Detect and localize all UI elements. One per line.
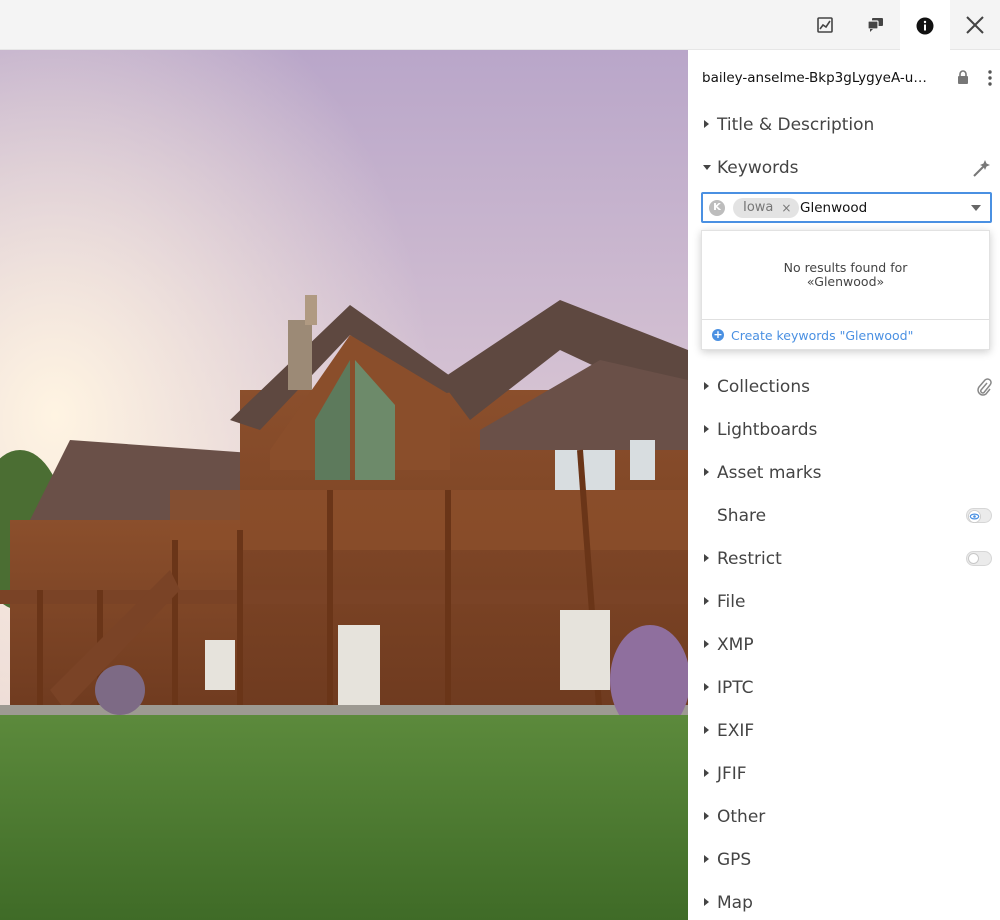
section-label: Keywords	[717, 158, 799, 178]
keyword-chip-label: Iowa	[743, 200, 774, 215]
section-keywords[interactable]: Keywords	[702, 156, 992, 180]
keyword-suggestions-dropdown: No results found for «Glenwood» + Create…	[701, 230, 990, 350]
section-label: Collections	[717, 377, 810, 397]
filename-row: bailey-anselme-Bkp3gLygyeA-unsplash.jpg	[702, 68, 992, 88]
no-results-query: «Glenwood»	[806, 274, 885, 289]
section-file[interactable]: File	[702, 590, 992, 614]
comments-button[interactable]	[850, 0, 900, 50]
expand-arrow-icon	[704, 769, 709, 777]
chart-icon	[817, 17, 833, 33]
expand-arrow-icon	[704, 640, 709, 648]
expand-arrow-icon	[704, 812, 709, 820]
section-label: Share	[717, 506, 767, 526]
activity-button[interactable]	[800, 0, 850, 50]
section-gps[interactable]: GPS	[702, 848, 992, 872]
create-keyword-option[interactable]: + Create keywords "Glenwood"	[712, 327, 913, 343]
remove-keyword-icon[interactable]: ×	[781, 198, 791, 218]
section-exif[interactable]: EXIF	[702, 719, 992, 743]
no-results-line: No results found for	[783, 260, 908, 275]
expand-arrow-icon	[704, 554, 709, 562]
expand-arrow-icon	[704, 425, 709, 433]
keyword-chip: Iowa ×	[733, 198, 800, 218]
expand-arrow-icon	[704, 726, 709, 734]
toggle-knob	[968, 553, 979, 564]
section-label: EXIF	[717, 721, 755, 741]
section-collections[interactable]: Collections	[702, 375, 992, 399]
top-toolbar	[0, 0, 1000, 51]
dropdown-divider	[702, 319, 989, 320]
lock-icon[interactable]	[957, 70, 969, 84]
share-toggle[interactable]	[966, 508, 992, 523]
section-label: File	[717, 592, 746, 612]
section-label: Other	[717, 807, 766, 827]
section-lightboards[interactable]: Lightboards	[702, 418, 992, 442]
magic-wand-icon[interactable]	[972, 158, 992, 178]
section-label: Map	[717, 893, 753, 913]
section-label: Lightboards	[717, 420, 818, 440]
asset-preview-image	[0, 50, 688, 920]
section-label: XMP	[717, 635, 754, 655]
section-map[interactable]: Map	[702, 891, 992, 915]
add-circle-icon: +	[712, 328, 724, 341]
expand-arrow-icon	[704, 120, 709, 128]
section-label: IPTC	[717, 678, 754, 698]
keyword-search-input[interactable]	[800, 197, 960, 218]
keyword-input-field[interactable]: K Iowa ×	[701, 192, 992, 223]
eye-icon	[968, 510, 981, 523]
close-icon	[966, 16, 984, 34]
section-share[interactable]: Share	[702, 504, 992, 528]
section-other[interactable]: Other	[702, 805, 992, 829]
section-title-description[interactable]: Title & Description	[702, 113, 992, 137]
expand-arrow-icon	[704, 855, 709, 863]
section-label: JFIF	[717, 764, 747, 784]
section-restrict[interactable]: Restrict	[702, 547, 992, 571]
section-label: Title & Description	[717, 115, 875, 135]
section-xmp[interactable]: XMP	[702, 633, 992, 657]
section-label: Asset marks	[717, 463, 822, 483]
expand-arrow-icon	[704, 468, 709, 476]
keyword-badge: K	[709, 200, 725, 216]
expand-arrow-icon	[704, 597, 709, 605]
dropdown-caret-icon[interactable]	[971, 205, 981, 211]
section-asset-marks[interactable]: Asset marks	[702, 461, 992, 485]
expand-arrow-icon	[704, 683, 709, 691]
restrict-toggle[interactable]	[966, 551, 992, 566]
expand-arrow-icon	[704, 898, 709, 906]
more-options-icon[interactable]	[984, 69, 996, 87]
asset-filename: bailey-anselme-Bkp3gLygyeA-unsplash.jpg	[702, 70, 934, 86]
no-results-message: No results found for «Glenwood»	[702, 261, 989, 289]
expand-arrow-icon	[704, 382, 709, 390]
info-icon	[916, 17, 934, 34]
section-iptc[interactable]: IPTC	[702, 676, 992, 700]
paperclip-icon[interactable]	[976, 377, 992, 397]
section-label: Restrict	[717, 549, 782, 569]
section-label: GPS	[717, 850, 752, 870]
create-keyword-label: Create keywords "Glenwood"	[731, 327, 914, 343]
close-button[interactable]	[950, 0, 1000, 50]
info-button[interactable]	[900, 0, 950, 51]
collapse-arrow-icon	[703, 165, 711, 170]
info-panel: bailey-anselme-Bkp3gLygyeA-unsplash.jpg …	[688, 50, 1000, 920]
comments-icon	[866, 18, 883, 32]
section-jfif[interactable]: JFIF	[702, 762, 992, 786]
